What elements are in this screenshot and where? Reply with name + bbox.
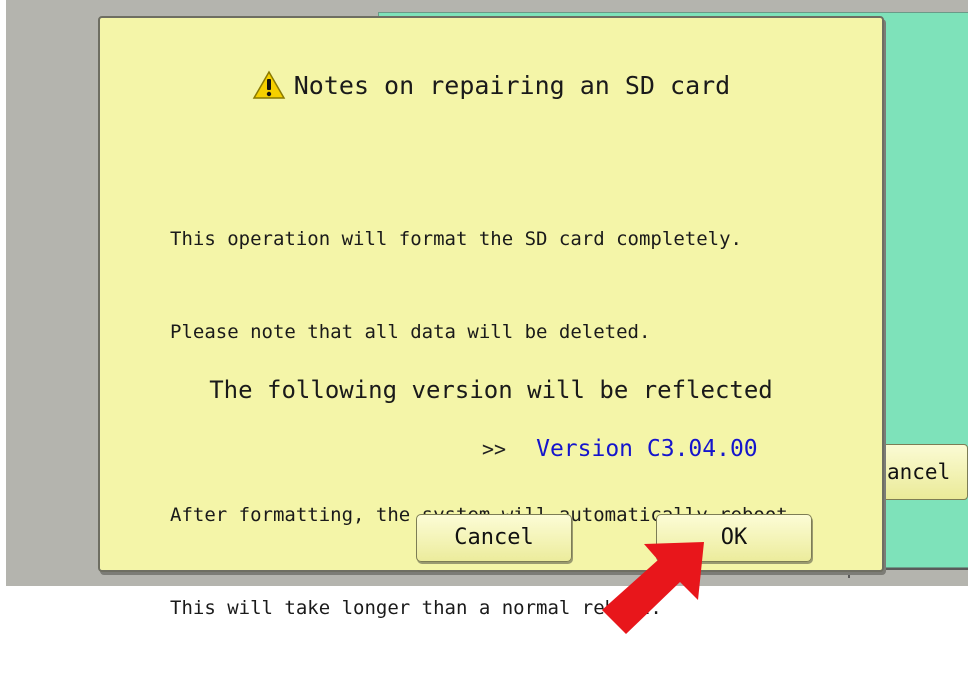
sd-repair-dialog: Notes on repairing an SD card This opera…: [98, 16, 884, 619]
dialog-title-row: Notes on repairing an SD card: [100, 70, 882, 106]
version-reflect-label: The following version will be reflected: [209, 376, 773, 404]
red-pointer-arrow-icon: [580, 542, 710, 640]
cancel-button[interactable]: Cancel: [416, 514, 572, 562]
background-cancel-button[interactable]: ancel: [878, 444, 968, 500]
version-prefix: >>: [482, 437, 507, 461]
dialog-title: Notes on repairing an SD card: [293, 71, 731, 100]
warning-icon: [252, 70, 286, 106]
message-line: Please note that all data will be delete…: [170, 321, 651, 343]
message-line: This operation will format the SD card c…: [170, 228, 742, 250]
version-row: >> Version C3.04.00: [482, 436, 758, 462]
version-value: Version C3.04.00: [536, 436, 758, 462]
